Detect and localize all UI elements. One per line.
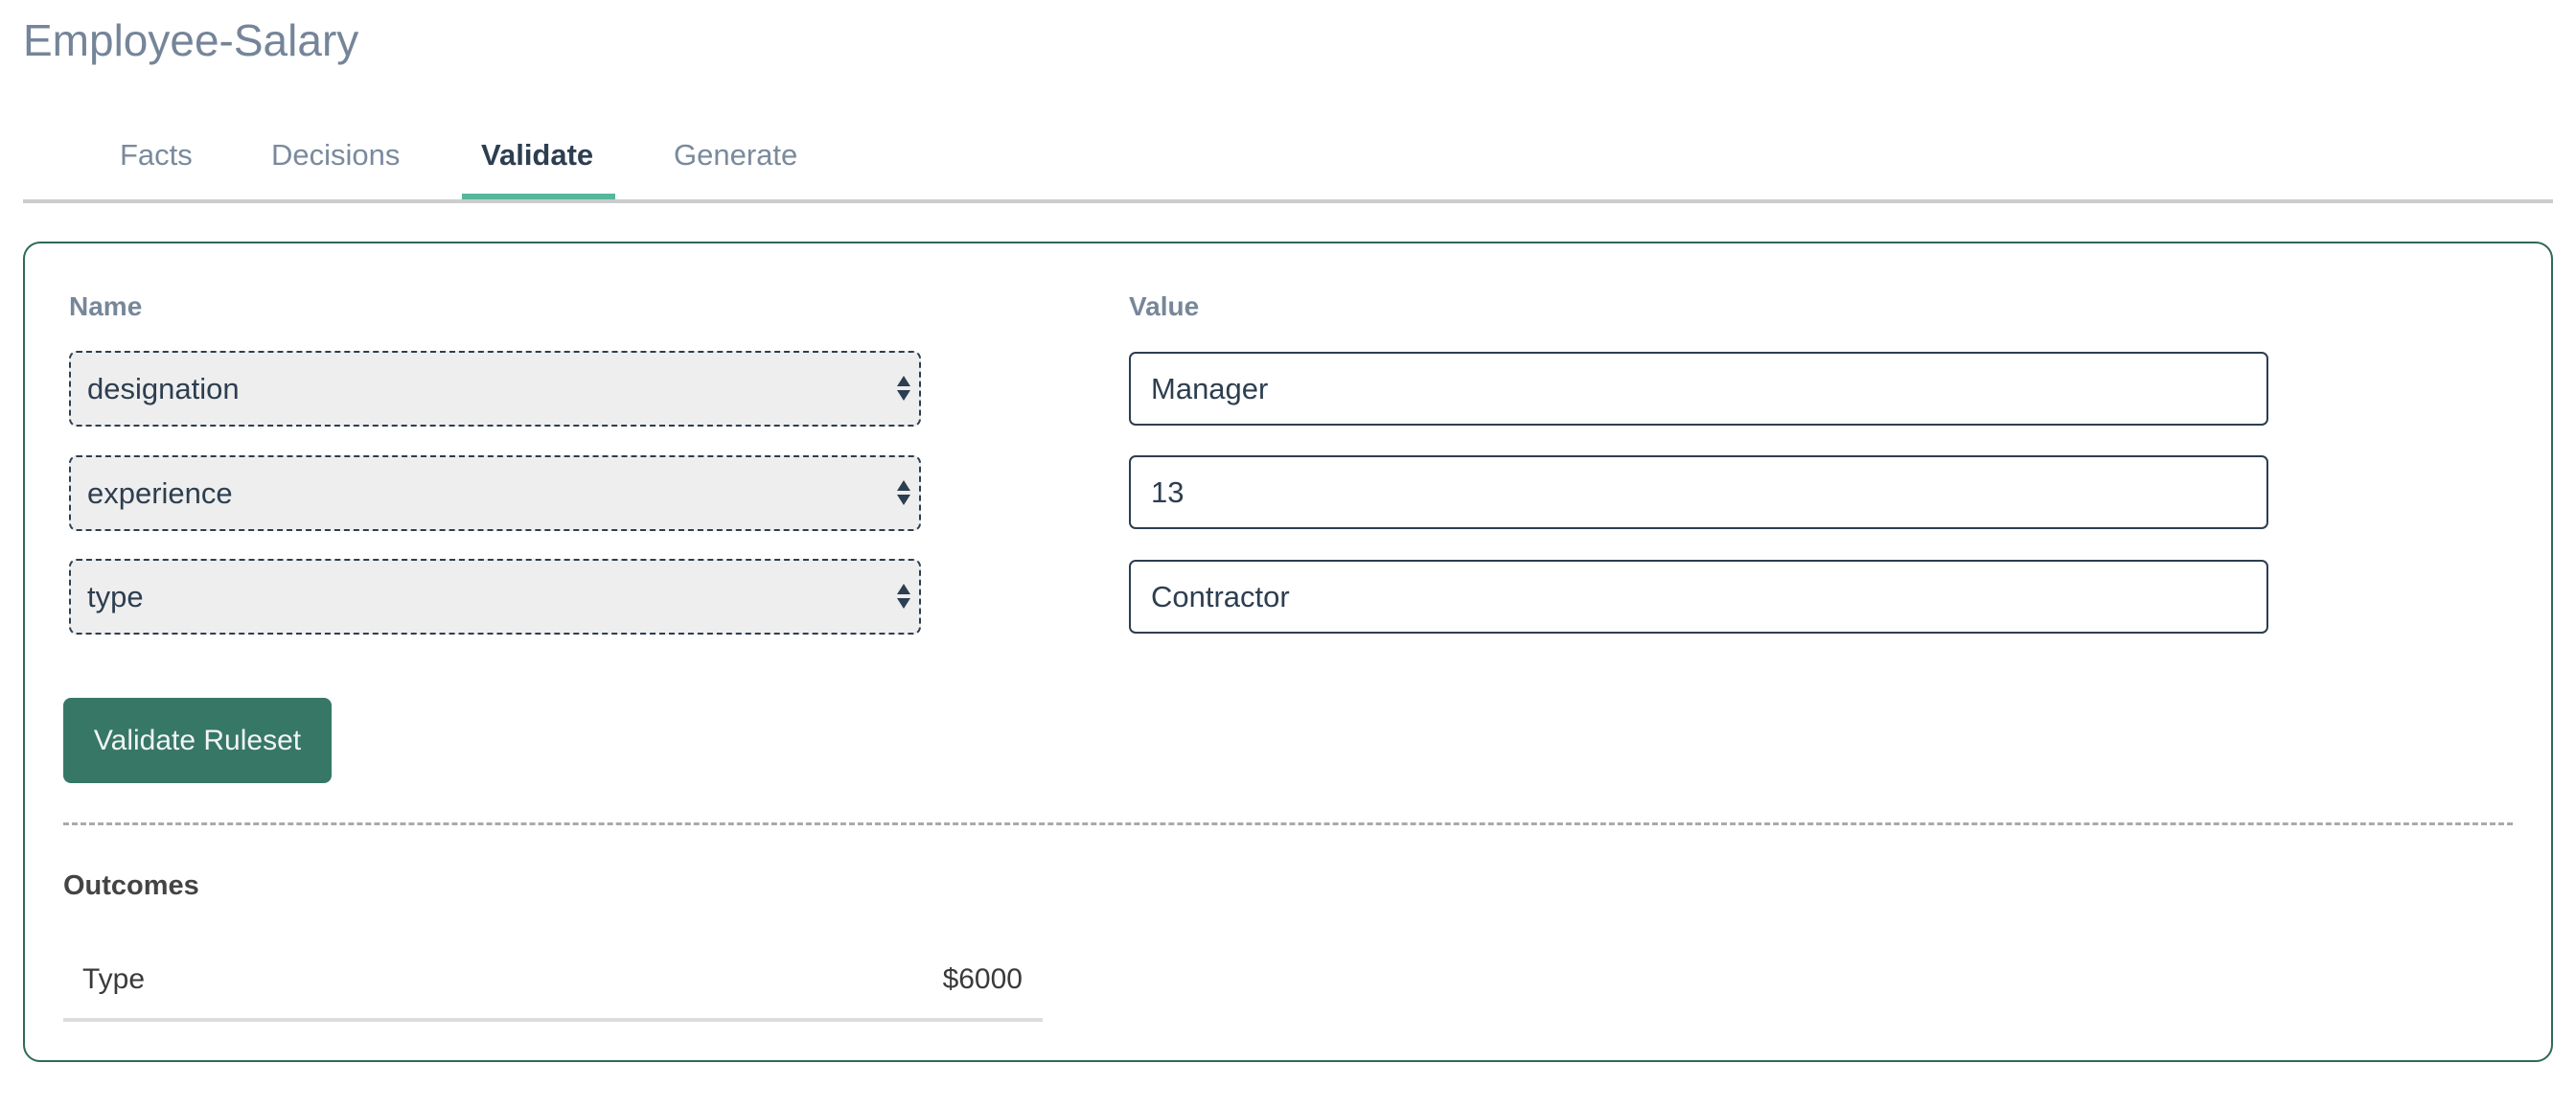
up-down-arrows-icon <box>896 584 911 613</box>
outcome-value: $6000 <box>942 963 1023 995</box>
fact-name-selected: experience <box>87 476 233 510</box>
fact-value-input[interactable] <box>1129 560 2268 634</box>
outcome-row: Type $6000 <box>63 949 1043 1022</box>
value-column-label: Value <box>1129 291 1200 321</box>
fact-name-selected: type <box>87 580 144 613</box>
tab-decisions[interactable]: Decisions <box>271 138 400 173</box>
active-tab-indicator <box>462 194 615 199</box>
up-down-arrows-icon <box>896 480 911 509</box>
name-column-label: Name <box>69 291 143 321</box>
fact-name-selected: designation <box>87 372 240 405</box>
outcomes-heading: Outcomes <box>63 870 199 901</box>
fact-value-input[interactable] <box>1129 455 2268 529</box>
outcome-name: Type <box>82 963 146 995</box>
fact-value-input[interactable] <box>1129 352 2268 426</box>
fact-name-select[interactable]: designation <box>69 351 921 427</box>
page-title: Employee-Salary <box>23 15 359 65</box>
tab-facts[interactable]: Facts <box>120 138 193 173</box>
up-down-arrows-icon <box>896 376 911 405</box>
tab-bar: Facts Decisions Validate Generate <box>23 125 2553 203</box>
validate-ruleset-button[interactable]: Validate Ruleset <box>63 698 332 783</box>
section-divider <box>63 822 2513 825</box>
fact-name-select[interactable]: experience <box>69 455 921 531</box>
tab-validate[interactable]: Validate <box>481 138 593 173</box>
tab-generate[interactable]: Generate <box>674 138 797 173</box>
fact-name-select[interactable]: type <box>69 559 921 635</box>
